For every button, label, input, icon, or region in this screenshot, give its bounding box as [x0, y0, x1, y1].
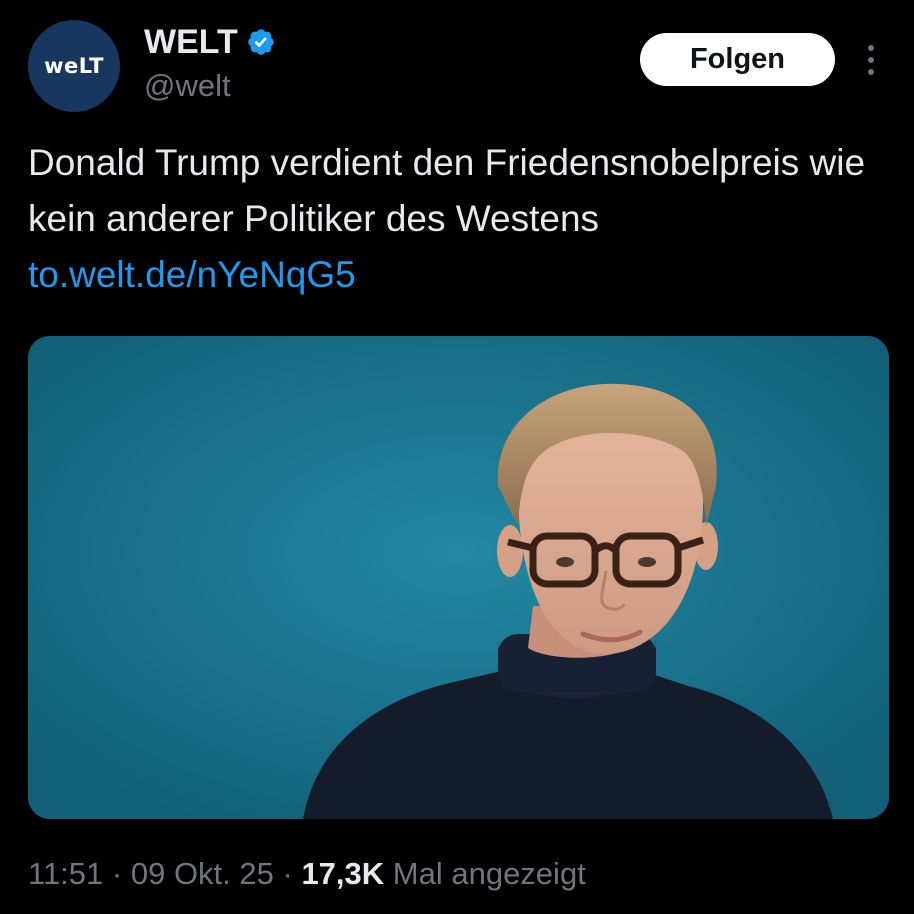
- follow-button[interactable]: Folgen: [640, 33, 835, 86]
- display-name[interactable]: WELT: [144, 22, 238, 62]
- view-count[interactable]: 17,3K: [301, 856, 384, 891]
- tweet-text: Donald Trump verdient den Friedensnobelp…: [28, 135, 888, 303]
- more-dot: [868, 69, 874, 75]
- more-dot: [868, 45, 874, 51]
- avatar[interactable]: weLT: [28, 20, 120, 112]
- tweet-photo[interactable]: [28, 336, 889, 819]
- account-name-row: WELT: [144, 22, 276, 62]
- more-options-icon[interactable]: [858, 40, 884, 80]
- tweet-body: Donald Trump verdient den Friedensnobelp…: [28, 142, 866, 239]
- tweet-date[interactable]: 09 Okt. 25: [131, 856, 274, 891]
- tweet-link[interactable]: to.welt.de/nYeNqG5: [28, 254, 356, 295]
- tweet-meta: 11:51 · 09 Okt. 25 · 17,3K Mal angezeigt: [28, 852, 586, 896]
- portrait-illustration: [28, 336, 889, 819]
- more-dot: [868, 57, 874, 63]
- verified-badge-icon: [247, 29, 274, 55]
- view-count-label: Mal angezeigt: [384, 856, 586, 891]
- avatar-logo-text: weLT: [44, 54, 104, 78]
- meta-separator: ·: [273, 856, 302, 891]
- account-handle[interactable]: @welt: [144, 68, 231, 104]
- meta-separator: ·: [103, 856, 131, 891]
- tweet-time[interactable]: 11:51: [28, 856, 103, 891]
